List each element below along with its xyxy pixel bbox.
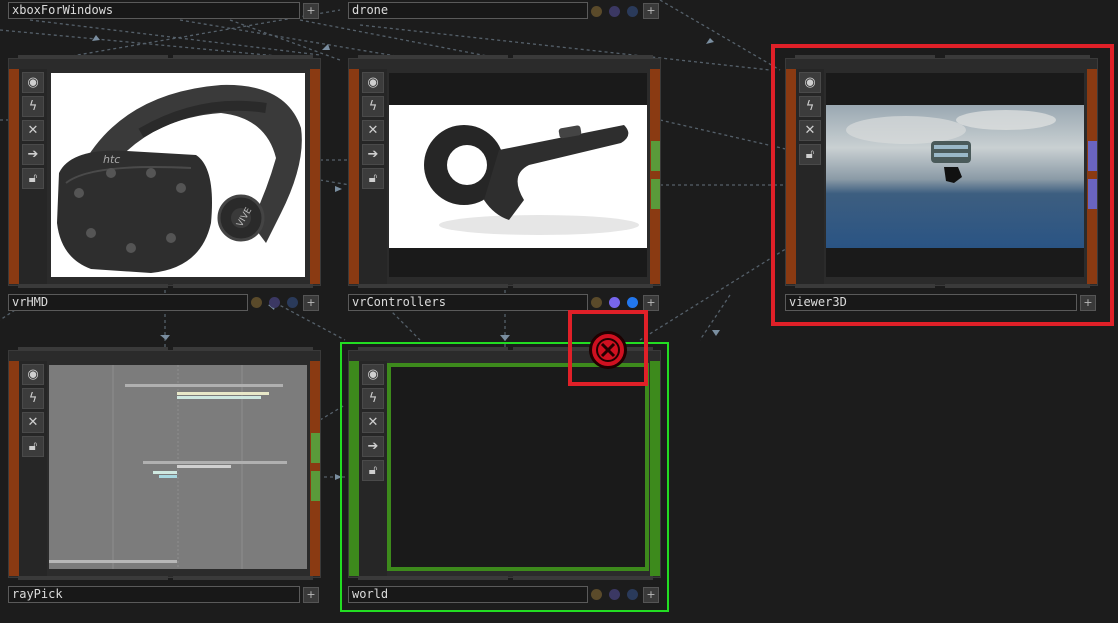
node-output-bar: [18, 284, 168, 288]
bypass-icon[interactable]: ϟ: [22, 388, 44, 409]
node-raypick[interactable]: ◉ ϟ ✕ 🔓︎ rayPick +: [8, 347, 321, 604]
node-button-column: ◉ ϟ ✕ ➔ 🔓︎: [19, 69, 47, 284]
node-name-label[interactable]: vrControllers: [348, 294, 588, 311]
headset-brand-text: htc: [103, 153, 120, 166]
cook-arrow-icon[interactable]: ➔: [362, 144, 384, 165]
wire: [319, 179, 351, 186]
bypass-icon[interactable]: ϟ: [22, 96, 44, 117]
selection-highlight-viewer3d: [771, 44, 1114, 326]
flag-dot[interactable]: [609, 6, 620, 17]
wire-arrow: [92, 35, 100, 41]
controller-image: [389, 105, 647, 248]
wire-arrow: [712, 330, 720, 336]
node-xboxforwindows[interactable]: xboxForWindows +: [8, 2, 321, 20]
node-output-bar: [18, 576, 168, 580]
wire: [229, 19, 341, 61]
node-flags-button[interactable]: +: [303, 3, 319, 19]
node-output-bar: [358, 284, 508, 288]
flag-dot[interactable]: [627, 6, 638, 17]
node-name-label[interactable]: vrHMD: [8, 294, 248, 311]
node-flags-button[interactable]: +: [303, 587, 319, 603]
node-name-label[interactable]: xboxForWindows: [8, 2, 300, 19]
close-icon[interactable]: ✕: [362, 120, 384, 141]
cook-arrow-icon[interactable]: ➔: [22, 144, 44, 165]
output-rail[interactable]: [310, 361, 320, 576]
vr-headset-image: htc VIVE: [57, 84, 302, 273]
wire-arrow: [500, 335, 510, 341]
flag-dot[interactable]: [591, 297, 602, 308]
output-rail[interactable]: [310, 69, 320, 284]
node-vrhmd[interactable]: ◉ ϟ ✕ ➔ 🔓︎ htc VIVE vrHMD +: [8, 55, 321, 312]
output-connector[interactable]: [651, 141, 660, 171]
input-rail[interactable]: [9, 361, 19, 576]
node-output-bar: [173, 576, 313, 580]
viewer-toggle-icon[interactable]: ◉: [22, 364, 44, 385]
viewer-toggle-icon[interactable]: ◉: [362, 72, 384, 93]
wire-arrow: [335, 186, 342, 192]
flag-dot[interactable]: [269, 297, 280, 308]
node-output-bar: [173, 284, 313, 288]
wire: [179, 19, 421, 61]
node-viewer-image[interactable]: htc VIVE: [51, 73, 305, 277]
node-button-column: ◉ ϟ ✕ ➔ 🔓︎: [359, 69, 387, 284]
wire-arrow: [706, 38, 714, 44]
node-drone[interactable]: drone +: [348, 2, 661, 20]
flag-dot[interactable]: [251, 297, 262, 308]
node-flags-button[interactable]: +: [643, 3, 659, 19]
node-viewer-image[interactable]: [389, 73, 647, 277]
lock-icon[interactable]: 🔓︎: [362, 168, 384, 189]
node-name-label[interactable]: rayPick: [8, 586, 300, 603]
node-flags-button[interactable]: +: [643, 295, 659, 311]
output-connector[interactable]: [311, 433, 320, 463]
node-viewer-chop[interactable]: [49, 365, 307, 569]
lock-icon[interactable]: 🔓︎: [22, 168, 44, 189]
flag-dot[interactable]: [287, 297, 298, 308]
output-connector[interactable]: [651, 179, 660, 209]
bypass-icon[interactable]: ϟ: [362, 96, 384, 117]
node-output-bar: [513, 284, 653, 288]
output-rail[interactable]: [650, 69, 660, 284]
error-highlight-box: [568, 310, 648, 386]
flag-dot-display[interactable]: [627, 297, 638, 308]
viewer-toggle-icon[interactable]: ◉: [22, 72, 44, 93]
input-rail[interactable]: [349, 69, 359, 284]
close-icon[interactable]: ✕: [22, 120, 44, 141]
close-icon[interactable]: ✕: [22, 412, 44, 433]
node-name-label[interactable]: drone: [348, 2, 588, 19]
input-rail[interactable]: [9, 69, 19, 284]
node-button-column: ◉ ϟ ✕ 🔓︎: [19, 361, 47, 576]
lock-icon[interactable]: 🔓︎: [22, 436, 44, 457]
node-flags-button[interactable]: +: [303, 295, 319, 311]
flag-dot-viewer[interactable]: [609, 297, 620, 308]
flag-dot[interactable]: [591, 6, 602, 17]
node-vrcontrollers[interactable]: ◉ ϟ ✕ ➔ 🔓︎ vrControllers +: [348, 55, 661, 312]
output-connector[interactable]: [311, 471, 320, 501]
